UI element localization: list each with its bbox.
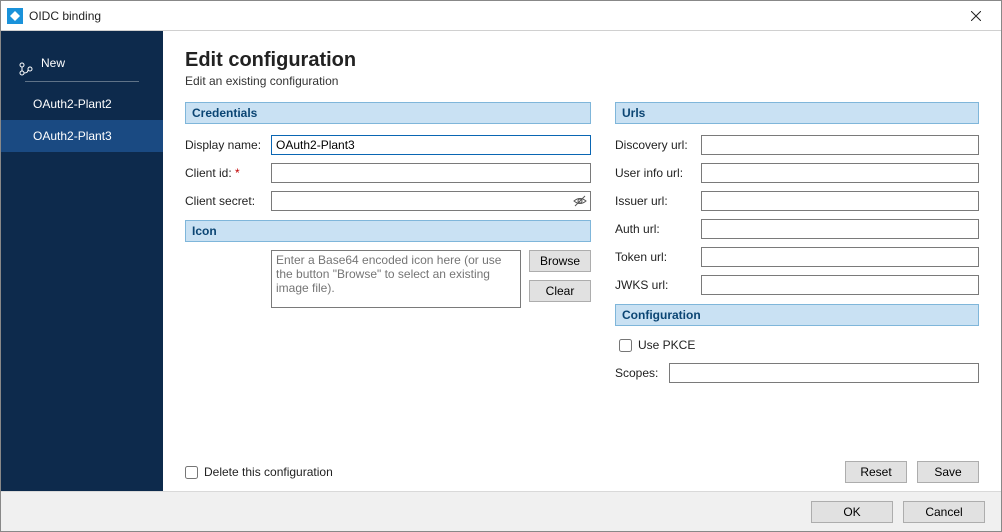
label-scopes: Scopes: bbox=[615, 366, 669, 380]
use-pkce-label: Use PKCE bbox=[638, 338, 695, 352]
sidebar: New OAuth2-Plant2 OAuth2-Plant3 bbox=[1, 31, 163, 491]
sidebar-separator bbox=[25, 81, 139, 82]
reveal-secret-button[interactable] bbox=[571, 192, 589, 210]
label-user-info-url: User info url: bbox=[615, 166, 701, 180]
scopes-input[interactable] bbox=[669, 363, 979, 383]
client-id-input[interactable] bbox=[271, 163, 591, 183]
delete-config-checkbox[interactable] bbox=[185, 466, 198, 479]
save-button[interactable]: Save bbox=[917, 461, 979, 483]
window-title: OIDC binding bbox=[29, 1, 953, 31]
delete-config-row: Delete this configuration bbox=[185, 465, 333, 479]
user-info-url-input[interactable] bbox=[701, 163, 979, 183]
label-issuer-url: Issuer url: bbox=[615, 194, 701, 208]
close-icon bbox=[971, 11, 981, 21]
token-url-input[interactable] bbox=[701, 247, 979, 267]
sidebar-item-label: OAuth2-Plant2 bbox=[33, 88, 112, 120]
delete-config-label: Delete this configuration bbox=[204, 465, 333, 479]
reset-button[interactable]: Reset bbox=[845, 461, 907, 483]
content-panel: Edit configuration Edit an existing conf… bbox=[163, 31, 1001, 491]
jwks-url-input[interactable] bbox=[701, 275, 979, 295]
column-right: Urls Discovery url: User info url: Issue… bbox=[615, 102, 979, 386]
sidebar-item-plant2[interactable]: OAuth2-Plant2 bbox=[1, 88, 163, 120]
label-display-name: Display name: bbox=[185, 138, 271, 152]
label-client-secret: Client secret: bbox=[185, 194, 271, 208]
issuer-url-input[interactable] bbox=[701, 191, 979, 211]
cancel-button[interactable]: Cancel bbox=[903, 501, 985, 523]
eye-slash-icon bbox=[572, 193, 588, 209]
lower-bar: Delete this configuration Reset Save bbox=[163, 461, 1001, 483]
label-token-url: Token url: bbox=[615, 250, 701, 264]
scopes-row: Scopes: bbox=[615, 360, 979, 386]
page-title: Edit configuration bbox=[185, 49, 979, 72]
urls-group: Discovery url: User info url: Issuer url… bbox=[615, 132, 979, 298]
use-pkce-checkbox[interactable] bbox=[619, 339, 632, 352]
required-mark: * bbox=[235, 166, 240, 180]
sidebar-new[interactable]: New bbox=[1, 47, 163, 79]
label-jwks-url: JWKS url: bbox=[615, 278, 701, 292]
sidebar-new-label: New bbox=[41, 47, 65, 79]
ok-button[interactable]: OK bbox=[811, 501, 893, 523]
section-config-head: Configuration bbox=[615, 304, 979, 326]
label-auth-url: Auth url: bbox=[615, 222, 701, 236]
columns: Credentials Display name: Client id: * C… bbox=[185, 102, 979, 386]
display-name-input[interactable] bbox=[271, 135, 591, 155]
app-icon bbox=[7, 8, 23, 24]
page-subtitle: Edit an existing configuration bbox=[185, 74, 979, 88]
column-left: Credentials Display name: Client id: * C… bbox=[185, 102, 591, 386]
field-client-secret: Client secret: bbox=[185, 188, 591, 214]
section-credentials-head: Credentials bbox=[185, 102, 591, 124]
sidebar-item-plant3[interactable]: OAuth2-Plant3 bbox=[1, 120, 163, 152]
discovery-url-input[interactable] bbox=[701, 135, 979, 155]
client-secret-input[interactable] bbox=[271, 191, 591, 211]
title-bar: OIDC binding bbox=[1, 1, 1001, 31]
sidebar-item-label: OAuth2-Plant3 bbox=[33, 120, 112, 152]
body-area: New OAuth2-Plant2 OAuth2-Plant3 Edit con… bbox=[1, 31, 1001, 491]
dialog-button-bar: OK Cancel bbox=[1, 491, 1001, 531]
close-button[interactable] bbox=[953, 1, 999, 30]
label-discovery-url: Discovery url: bbox=[615, 138, 701, 152]
auth-url-input[interactable] bbox=[701, 219, 979, 239]
icon-buttons: Browse Clear bbox=[529, 250, 591, 308]
browse-button[interactable]: Browse bbox=[529, 250, 591, 272]
use-pkce-row: Use PKCE bbox=[615, 334, 979, 356]
branch-icon bbox=[19, 56, 33, 70]
section-icon-head: Icon bbox=[185, 220, 591, 242]
section-urls-head: Urls bbox=[615, 102, 979, 124]
icon-area: Browse Clear bbox=[185, 250, 591, 308]
field-client-id: Client id: * bbox=[185, 160, 591, 186]
label-client-id: Client id: * bbox=[185, 166, 271, 180]
icon-textarea[interactable] bbox=[271, 250, 521, 308]
field-display-name: Display name: bbox=[185, 132, 591, 158]
clear-button[interactable]: Clear bbox=[529, 280, 591, 302]
